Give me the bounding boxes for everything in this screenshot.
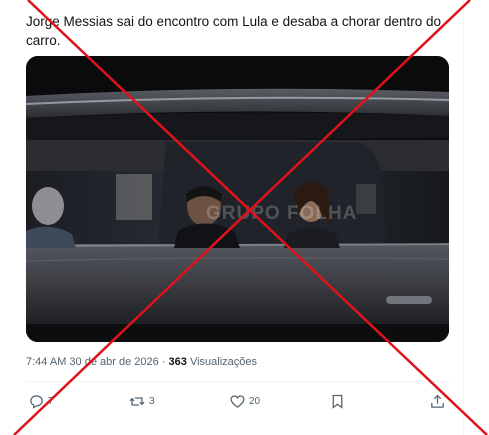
reply-icon — [28, 393, 45, 410]
like-icon — [229, 393, 246, 410]
share-button[interactable] — [429, 390, 446, 412]
media-watermark: GRUPO FOLHA — [206, 203, 358, 224]
like-count: 20 — [249, 395, 261, 407]
post-time[interactable]: 7:44 AM — [26, 356, 66, 368]
column-border — [463, 0, 464, 435]
bookmark-button[interactable] — [329, 390, 346, 412]
action-bar: 7 3 20 — [26, 390, 449, 412]
views-count: 363 — [168, 356, 187, 368]
views-label: Visualizações — [189, 356, 258, 368]
bookmark-icon — [329, 393, 346, 410]
post-media-image[interactable]: GRUPO FOLHA — [26, 56, 449, 342]
post-text: Jorge Messias sai do encontro com Lula e… — [26, 14, 441, 48]
share-icon — [429, 393, 446, 410]
repost-count: 3 — [149, 395, 155, 407]
divider — [26, 381, 449, 382]
repost-button[interactable]: 3 — [128, 390, 155, 412]
repost-icon — [128, 393, 146, 410]
car-photo — [26, 56, 449, 342]
post-meta: 7:44 AM 30 de abr de 2026 · 363 Visualiz… — [26, 356, 257, 368]
reply-button[interactable]: 7 — [28, 390, 54, 412]
meta-separator: · — [161, 356, 166, 368]
like-button[interactable]: 20 — [229, 390, 260, 412]
reply-count: 7 — [48, 395, 54, 407]
post-date[interactable]: 30 de abr de 2026 — [69, 356, 158, 368]
